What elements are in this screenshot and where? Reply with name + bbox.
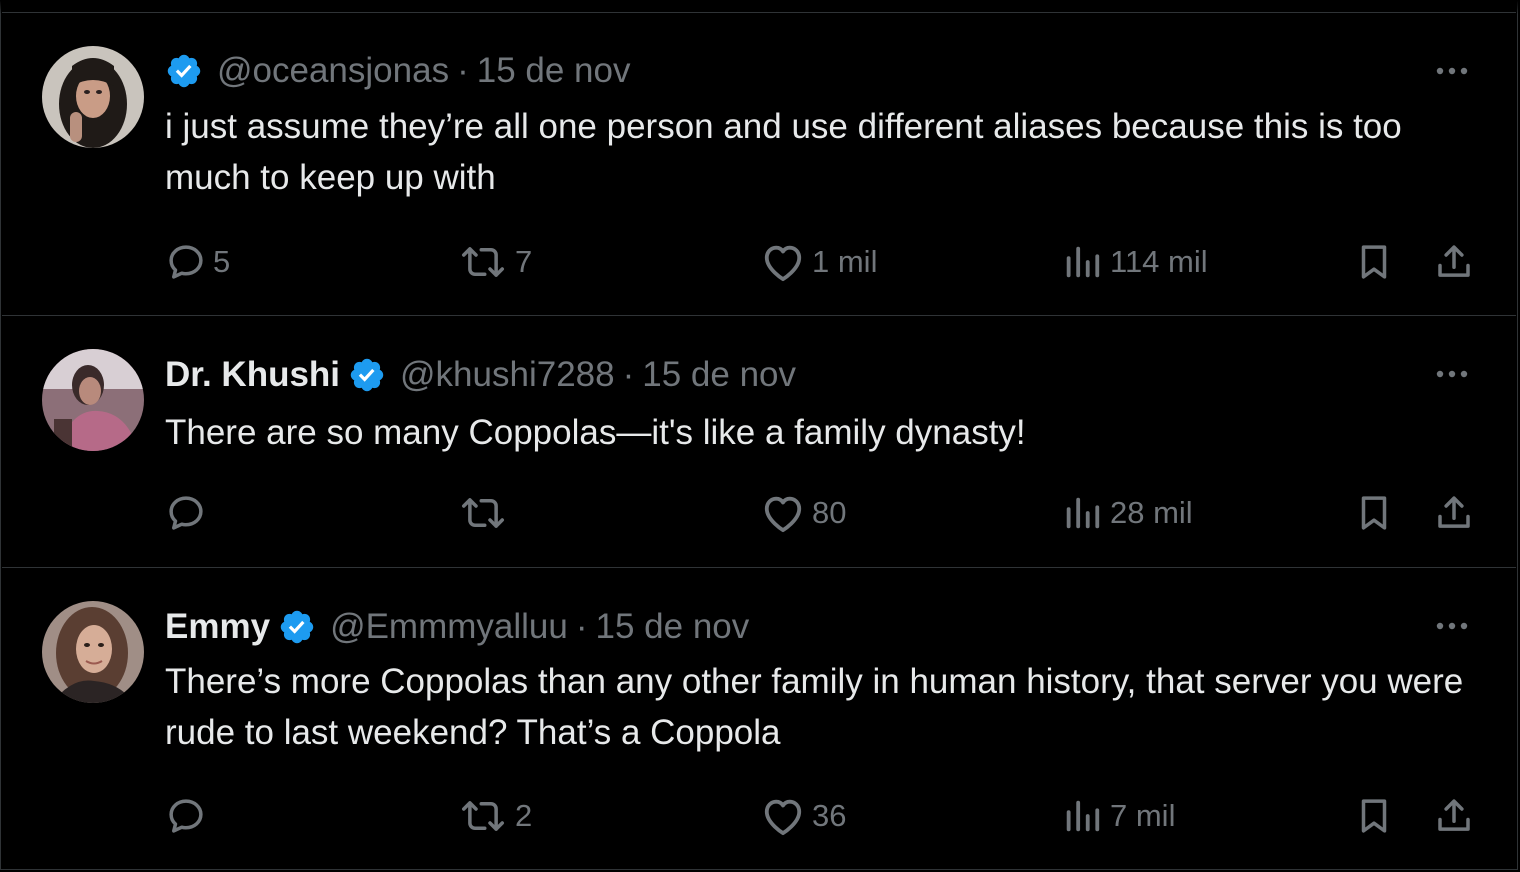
repost-count: 2 <box>515 798 533 833</box>
reply-icon <box>169 799 203 833</box>
avatar[interactable] <box>42 601 144 703</box>
tweet-text: i just assume they’re all one person and… <box>165 107 1402 197</box>
tweet-header: Dr. Khushi @khushi7288 · 15 de nov <box>165 353 1456 397</box>
timestamp[interactable]: 15 de nov <box>596 607 750 647</box>
share-icon <box>1438 245 1470 277</box>
views-icon <box>1066 497 1100 529</box>
like-count: 36 <box>812 798 847 833</box>
tweet-header: @oceansjonas · 15 de nov <box>165 49 1456 93</box>
verified-badge-icon <box>280 610 314 644</box>
like-button[interactable]: 80 <box>760 488 846 538</box>
tweet-text: There’s more Coppolas than any other fam… <box>165 662 1464 752</box>
tweet[interactable]: Dr. Khushi @khushi7288 · 15 de nov There… <box>2 315 1516 568</box>
share-button[interactable] <box>1430 791 1478 841</box>
tweet[interactable]: @oceansjonas · 15 de nov i just assume t… <box>2 12 1516 316</box>
reply-button[interactable] <box>165 791 213 841</box>
share-button[interactable] <box>1430 237 1478 287</box>
views-icon <box>1066 246 1100 278</box>
tweet-actions: 80 28 mil <box>2 488 1516 538</box>
tweet-text: There are so many Coppolas—it's like a f… <box>165 413 1026 452</box>
share-button[interactable] <box>1430 488 1478 538</box>
reply-icon <box>169 496 203 530</box>
view-count: 28 mil <box>1110 495 1193 530</box>
views-button[interactable]: 7 mil <box>1060 791 1175 841</box>
repost-icon <box>462 801 504 831</box>
like-button[interactable]: 1 mil <box>760 237 877 287</box>
views-button[interactable]: 28 mil <box>1060 488 1193 538</box>
tweet-actions: 2 36 7 mil <box>2 791 1516 841</box>
view-count: 7 mil <box>1110 798 1176 833</box>
verified-badge-icon <box>350 358 384 392</box>
tweet-actions: 5 7 1 mil 114 mil <box>2 237 1516 287</box>
like-button[interactable]: 36 <box>760 791 846 841</box>
avatar[interactable] <box>42 46 144 148</box>
bookmark-icon <box>1361 799 1387 833</box>
repost-button[interactable] <box>457 488 515 538</box>
repost-icon <box>462 247 504 277</box>
share-icon <box>1438 496 1470 528</box>
tweet[interactable]: Emmy @Emmmyalluu · 15 de nov There’s mor… <box>2 567 1516 871</box>
separator: · <box>457 51 469 90</box>
repost-icon <box>462 498 504 528</box>
bookmark-button[interactable] <box>1354 488 1394 538</box>
handle[interactable]: @Emmmyalluu <box>330 607 568 647</box>
more-icon[interactable] <box>1430 616 1474 636</box>
handle[interactable]: @oceansjonas <box>217 51 449 91</box>
verified-badge-icon <box>167 54 201 88</box>
like-count: 1 mil <box>812 244 878 279</box>
tweet-header: Emmy @Emmmyalluu · 15 de nov <box>165 605 1456 649</box>
views-button[interactable]: 114 mil <box>1060 237 1208 287</box>
bookmark-icon <box>1361 245 1387 279</box>
reply-button[interactable]: 5 <box>165 237 230 287</box>
more-icon[interactable] <box>1430 364 1474 384</box>
bookmark-icon <box>1361 496 1387 530</box>
view-count: 114 mil <box>1110 244 1208 279</box>
reply-icon <box>169 245 203 279</box>
views-icon <box>1066 800 1100 832</box>
repost-button[interactable]: 2 <box>457 791 532 841</box>
avatar[interactable] <box>42 349 144 451</box>
handle[interactable]: @khushi7288 <box>400 355 615 395</box>
share-icon <box>1438 799 1470 831</box>
display-name[interactable]: Emmy <box>165 607 270 647</box>
like-icon <box>764 799 802 836</box>
repost-count: 7 <box>515 244 533 279</box>
like-icon <box>764 496 802 533</box>
reply-count: 5 <box>213 244 231 279</box>
bookmark-button[interactable] <box>1354 237 1394 287</box>
timestamp[interactable]: 15 de nov <box>477 51 631 91</box>
separator: · <box>622 355 635 394</box>
display-name[interactable]: Dr. Khushi <box>165 355 340 395</box>
reply-button[interactable] <box>165 488 213 538</box>
repost-button[interactable]: 7 <box>457 237 532 287</box>
bookmark-button[interactable] <box>1354 791 1394 841</box>
more-icon[interactable] <box>1430 61 1474 81</box>
like-icon <box>764 245 802 282</box>
separator: · <box>575 607 588 646</box>
timestamp[interactable]: 15 de nov <box>642 355 796 395</box>
like-count: 80 <box>812 495 847 530</box>
